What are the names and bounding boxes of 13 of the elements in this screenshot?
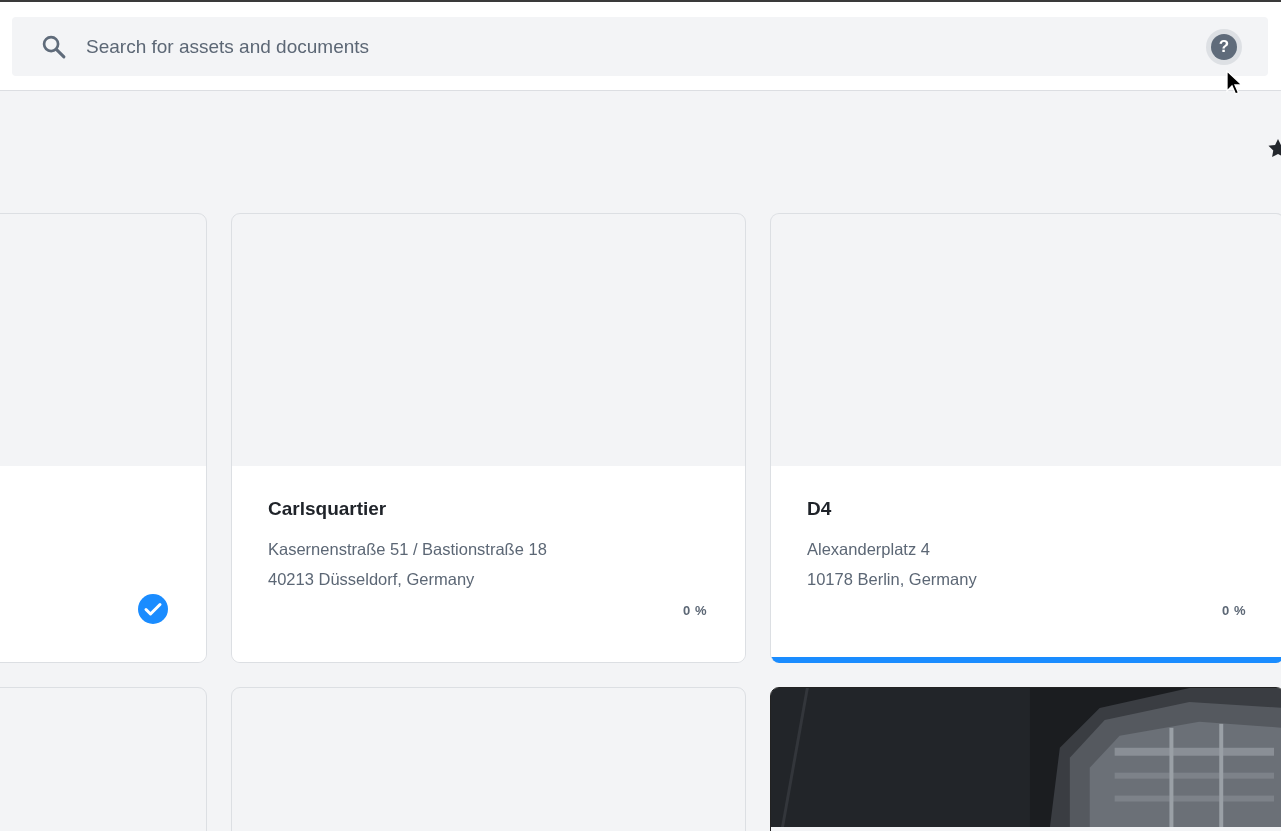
project-city: 40213 Düsseldorf, Germany [268, 569, 475, 590]
checkmark-icon[interactable] [138, 594, 168, 624]
project-card[interactable]: Carlsquartier Kasernenstraße 51 / Bastionstraße 18 40213 Düsseldorf, Germany 0 % [231, 213, 746, 663]
project-address: Alexanderplatz 4 [807, 539, 930, 560]
search-field[interactable]: Search for assets and documents ? [12, 17, 1268, 76]
project-address: Kasernenstraße 51 / Bastionstraße 18 [268, 539, 547, 560]
progress-percent: 0 % [683, 603, 707, 618]
project-card[interactable]: D4 Alexanderplatz 4 10178 Berlin, Germany 0 % [770, 213, 1281, 663]
progress-percent: 0 % [1222, 603, 1246, 618]
project-title: D4 [807, 498, 832, 520]
project-city: 10178 Berlin, Germany [807, 569, 977, 590]
help-button[interactable]: ? [1206, 28, 1242, 65]
project-title: Carlsquartier [268, 498, 387, 520]
